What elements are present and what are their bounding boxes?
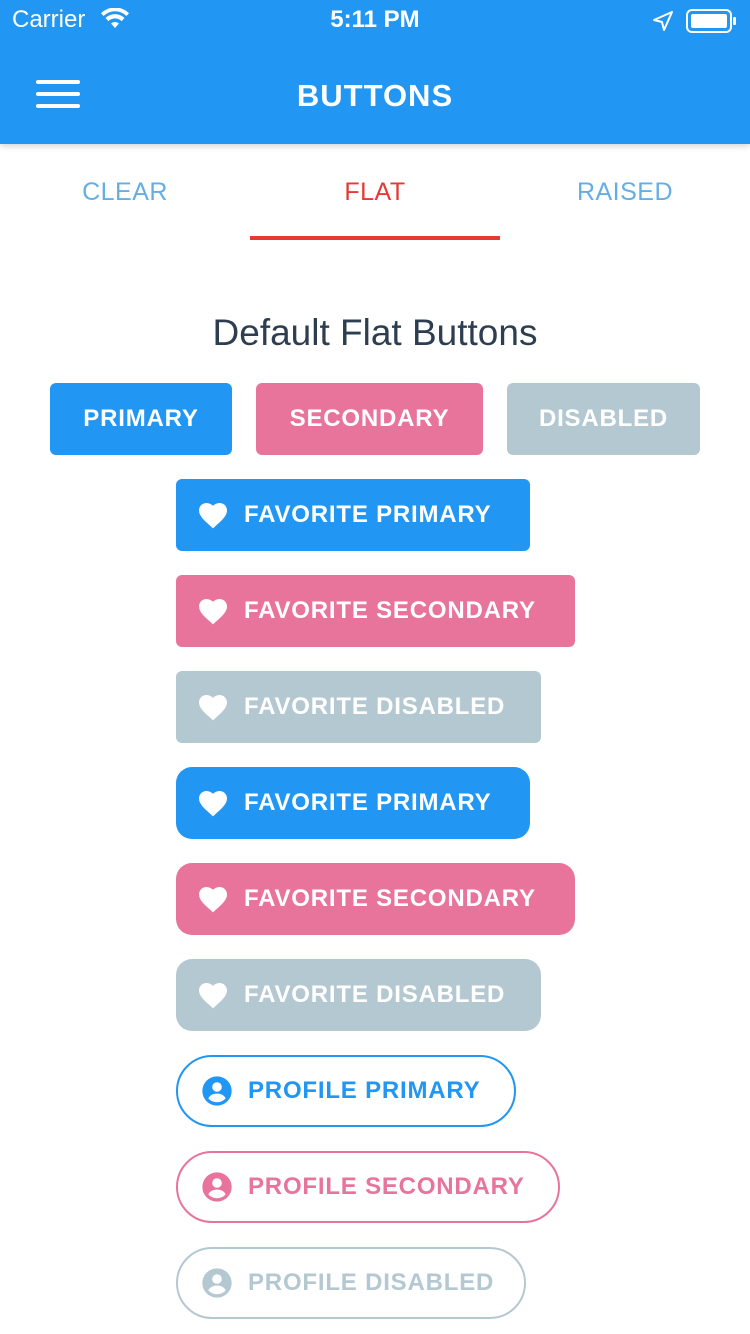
favorite-primary-button[interactable]: FAVORITE PRIMARY bbox=[176, 479, 530, 551]
profile-primary-button[interactable]: PROFILE PRIMARY bbox=[176, 1055, 516, 1127]
tab-flat[interactable]: FLAT bbox=[250, 178, 500, 207]
heart-icon bbox=[196, 882, 230, 916]
heart-icon bbox=[196, 498, 230, 532]
profile-secondary-label: PROFILE SECONDARY bbox=[248, 1173, 525, 1200]
secondary-button-label: SECONDARY bbox=[289, 405, 450, 432]
profile-primary-label: PROFILE PRIMARY bbox=[248, 1077, 481, 1104]
disabled-button-label: DISABLED bbox=[538, 405, 669, 432]
location-arrow-icon bbox=[652, 10, 674, 37]
tab-bar: CLEAR FLAT RAISED bbox=[0, 144, 750, 244]
disabled-button[interactable]: DISABLED bbox=[507, 383, 700, 455]
favorite-disabled-rounded-button[interactable]: FAVORITE DISABLED bbox=[176, 959, 541, 1031]
app-header: Carrier 5:11 PM BUTTONS bbox=[0, 0, 750, 144]
status-time: 5:11 PM bbox=[330, 6, 420, 33]
primary-button-label: PRIMARY bbox=[83, 405, 199, 432]
favorite-primary-label: FAVORITE PRIMARY bbox=[244, 501, 492, 528]
favorite-primary-rounded-button[interactable]: FAVORITE PRIMARY bbox=[176, 767, 530, 839]
favorite-secondary-button[interactable]: FAVORITE SECONDARY bbox=[176, 575, 575, 647]
page-title: BUTTONS bbox=[296, 78, 454, 113]
heart-icon bbox=[196, 786, 230, 820]
favorite-secondary-rounded-label: FAVORITE SECONDARY bbox=[244, 885, 536, 912]
active-tab-indicator bbox=[250, 236, 500, 240]
status-bar: Carrier 5:11 PM bbox=[0, 0, 750, 40]
primary-button[interactable]: PRIMARY bbox=[50, 383, 232, 455]
tab-raised[interactable]: RAISED bbox=[500, 178, 750, 207]
favorite-disabled-rounded-label: FAVORITE DISABLED bbox=[244, 981, 506, 1008]
favorite-secondary-label: FAVORITE SECONDARY bbox=[244, 597, 536, 624]
profile-disabled-label: PROFILE DISABLED bbox=[248, 1269, 495, 1296]
heart-icon bbox=[196, 690, 230, 724]
favorite-disabled-label: FAVORITE DISABLED bbox=[244, 693, 506, 720]
account-circle-icon bbox=[200, 1074, 234, 1108]
favorite-disabled-button[interactable]: FAVORITE DISABLED bbox=[176, 671, 541, 743]
heart-icon bbox=[196, 594, 230, 628]
account-circle-icon bbox=[200, 1266, 234, 1300]
favorite-secondary-rounded-button[interactable]: FAVORITE SECONDARY bbox=[176, 863, 575, 935]
section-title: Default Flat Buttons bbox=[212, 312, 538, 353]
secondary-button[interactable]: SECONDARY bbox=[256, 383, 483, 455]
profile-disabled-button[interactable]: PROFILE DISABLED bbox=[176, 1247, 526, 1319]
account-circle-icon bbox=[200, 1170, 234, 1204]
battery-icon bbox=[686, 8, 738, 39]
favorite-primary-rounded-label: FAVORITE PRIMARY bbox=[244, 789, 492, 816]
heart-icon bbox=[196, 978, 230, 1012]
profile-secondary-button[interactable]: PROFILE SECONDARY bbox=[176, 1151, 560, 1223]
tab-clear[interactable]: CLEAR bbox=[0, 178, 250, 207]
